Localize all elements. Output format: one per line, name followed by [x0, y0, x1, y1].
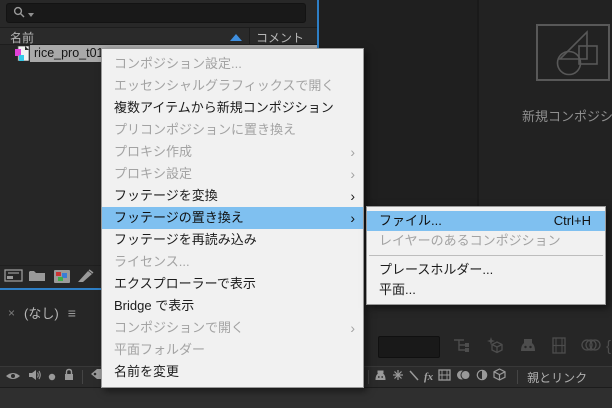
shy-column-icon	[374, 368, 387, 386]
menu-item-replace-footage[interactable]: フッテージの置き換え›	[102, 207, 363, 229]
search-icon	[13, 6, 25, 21]
3d-layer-icon	[493, 368, 506, 386]
column-divider	[368, 370, 369, 384]
new-composition-button[interactable]	[53, 269, 71, 289]
menu-item-solids-folder[interactable]: 平面フォルダー	[102, 339, 363, 361]
collapse-transformations-icon	[392, 368, 404, 386]
column-divider[interactable]	[249, 28, 250, 44]
menu-item-create-proxy[interactable]: プロキシ作成›	[102, 141, 363, 163]
timeline-tab-label: (なし)	[24, 303, 59, 322]
adjustment-layer-icon	[476, 368, 488, 386]
motion-blur-column-icon	[456, 368, 471, 386]
panel-menu-icon[interactable]: ≡	[68, 305, 76, 321]
menu-item-composition-settings[interactable]: コンポジション設定...	[102, 53, 363, 75]
interpret-footage-button[interactable]	[4, 269, 23, 287]
solo-icon	[48, 368, 56, 386]
submenu-arrow-icon: ›	[350, 141, 355, 163]
project-search-row	[0, 0, 317, 27]
menu-item-open-in-composition[interactable]: コンポジションで開く›	[102, 317, 363, 339]
search-options-caret-icon[interactable]	[28, 13, 34, 17]
menu-item-reveal-in-explorer[interactable]: エクスプローラーで表示	[102, 273, 363, 295]
submenu-item-file[interactable]: ファイル... Ctrl+H	[367, 211, 605, 231]
context-menu: コンポジション設定... エッセンシャルグラフィックスで開く 複数アイテムから新…	[101, 48, 364, 388]
video-eye-icon	[5, 368, 21, 386]
mini-flowchart-icon[interactable]	[452, 337, 471, 358]
submenu-arrow-icon: ›	[350, 317, 355, 339]
submenu-arrow-icon: ›	[350, 163, 355, 185]
close-icon[interactable]: ×	[8, 306, 15, 320]
sort-ascending-icon[interactable]	[230, 34, 242, 41]
column-divider	[517, 370, 518, 384]
menu-item-rename[interactable]: 名前を変更	[102, 361, 363, 383]
column-header-name[interactable]: 名前	[10, 29, 34, 46]
effects-fx-icon: fx	[424, 371, 433, 383]
menu-item-new-comp-from-selection[interactable]: 複数アイテムから新規コンポジション	[102, 97, 363, 119]
menu-separator	[369, 255, 603, 256]
timeline-toggle-buttons	[452, 336, 601, 359]
delete-button[interactable]	[77, 269, 94, 288]
menu-item-open-in-essential-graphics[interactable]: エッセンシャルグラフィックスで開く	[102, 75, 363, 97]
timeline-search-field[interactable]	[378, 336, 440, 358]
frame-blend-column-icon	[438, 368, 451, 386]
menu-item-interpret-footage[interactable]: フッテージを変換›	[102, 185, 363, 207]
submenu-item-placeholder[interactable]: プレースホルダー...	[367, 260, 605, 280]
parent-link-column-header: 親とリンク	[527, 369, 587, 386]
menu-item-replace-with-precomp[interactable]: プリコンポジションに置き換え	[102, 119, 363, 141]
shy-layers-icon[interactable]	[519, 338, 537, 357]
submenu-item-solid[interactable]: 平面...	[367, 280, 605, 300]
replace-footage-submenu: ファイル... Ctrl+H レイヤーのあるコンポジション プレースホルダー..…	[366, 206, 606, 305]
graph-editor-icon[interactable]: {	[606, 338, 611, 355]
column-header-comment[interactable]: コメント	[256, 29, 304, 46]
column-divider	[82, 370, 83, 384]
footage-thumbnail-icon	[15, 46, 30, 66]
new-composition-big-button[interactable]	[536, 24, 610, 81]
motion-blur-icon[interactable]	[581, 337, 601, 358]
frame-blending-icon[interactable]	[551, 337, 567, 359]
after-effects-window: 名前 コメント rice_pro_t01.mo	[0, 0, 612, 408]
draft-3d-icon[interactable]	[485, 336, 505, 359]
new-composition-shapes-icon	[538, 26, 608, 79]
submenu-arrow-icon: ›	[350, 207, 355, 229]
search-input[interactable]	[6, 3, 306, 23]
av-features-columns	[5, 367, 113, 387]
menu-item-reveal-in-bridge[interactable]: Bridge で表示	[102, 295, 363, 317]
menu-item-license[interactable]: ライセンス...	[102, 251, 363, 273]
shortcut-label: Ctrl+H	[554, 211, 591, 231]
timeline-lower-area	[0, 388, 612, 408]
new-folder-button[interactable]	[28, 269, 46, 287]
new-composition-label: 新規コンポジション	[522, 106, 612, 125]
submenu-arrow-icon: ›	[350, 185, 355, 207]
menu-item-set-proxy[interactable]: プロキシ設定›	[102, 163, 363, 185]
audio-speaker-icon	[28, 368, 41, 386]
switches-columns: fx 親とリンク	[368, 367, 587, 387]
project-column-headers: 名前 コメント	[0, 27, 317, 45]
lock-icon	[63, 368, 75, 386]
quality-icon	[409, 368, 419, 386]
timeline-tab[interactable]: × (なし) ≡	[8, 303, 76, 322]
submenu-item-with-layered-comp[interactable]: レイヤーのあるコンポジション	[367, 231, 605, 251]
menu-item-reload-footage[interactable]: フッテージを再読み込み	[102, 229, 363, 251]
